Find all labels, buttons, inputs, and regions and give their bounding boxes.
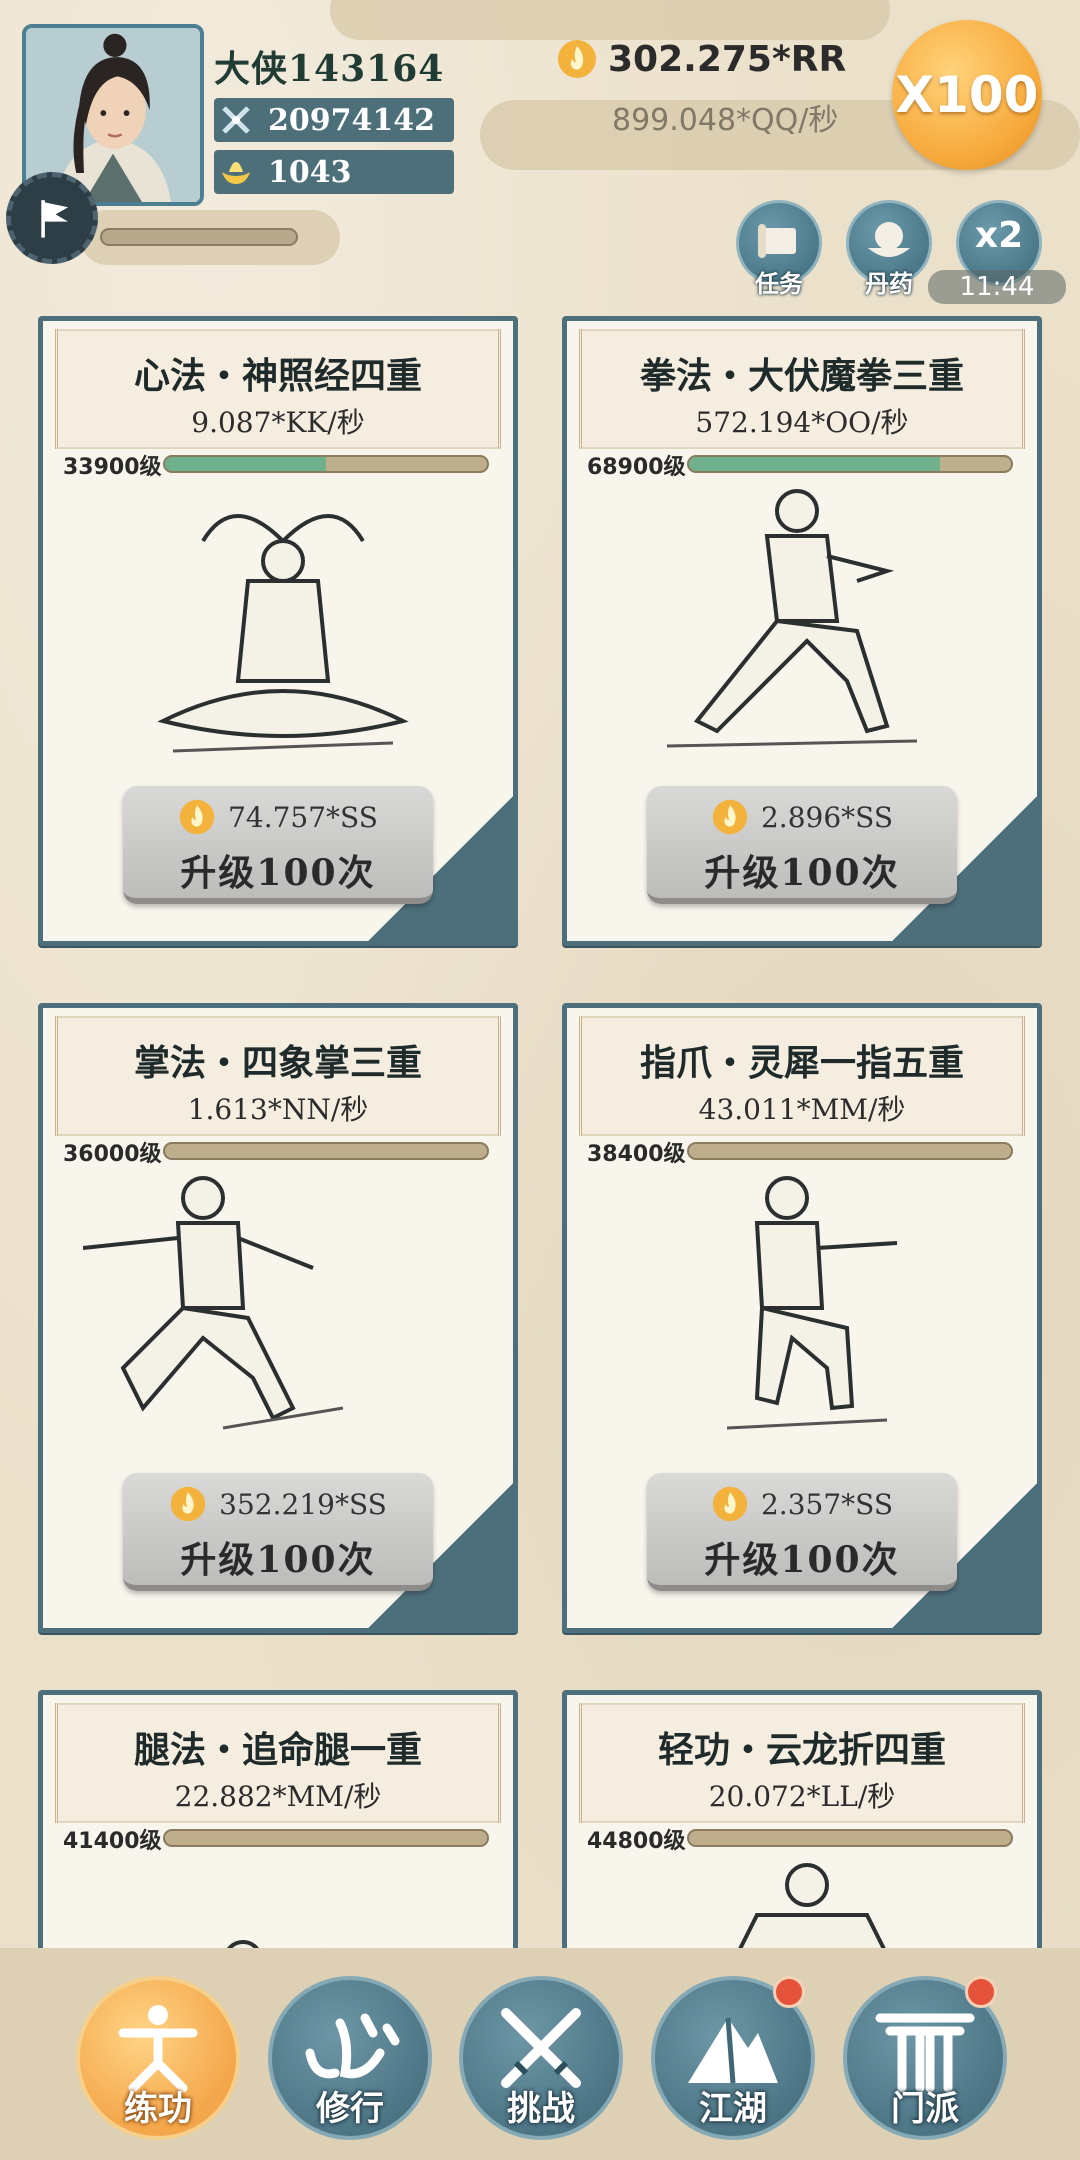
experience-bar — [100, 228, 298, 246]
skill-card: 拳法・大伏魔拳三重 572.194*OO/秒 68900级 2.896*SS 升… — [562, 316, 1042, 946]
notification-dot — [773, 1976, 805, 2008]
flame-coin-icon — [558, 40, 596, 78]
flame-coin-icon — [170, 1486, 206, 1522]
nav-practice-label: 练功 — [124, 2089, 192, 2129]
elixir-button[interactable]: 丹药 — [846, 200, 932, 298]
task-button[interactable]: 任务 — [736, 200, 822, 298]
nav-challenge-label: 挑战 — [507, 2089, 575, 2129]
upgrade-label: 升级100次 — [704, 1539, 900, 1581]
level-progress-bar — [163, 1142, 489, 1160]
nav-practice[interactable]: 练功 — [76, 1976, 240, 2140]
upgrade-button[interactable]: 2.896*SS 升级100次 — [647, 786, 957, 904]
level-progress-bar — [687, 455, 1013, 473]
level-progress-fill — [165, 457, 326, 471]
upgrade-cost-value: 74.757*SS — [228, 800, 378, 834]
upgrade-button[interactable]: 74.757*SS 升级100次 — [123, 786, 433, 904]
upgrade-label: 升级100次 — [704, 852, 900, 894]
upgrade-label: 升级100次 — [180, 852, 376, 894]
header: 大侠143164 20974142 1043 302.275*RR 899.04… — [0, 0, 1080, 305]
level-progress-bar — [687, 1829, 1013, 1847]
skill-title: 拳法・大伏魔拳三重 — [639, 355, 964, 397]
gold-value: 1043 — [268, 154, 352, 190]
notification-dot — [965, 1976, 997, 2008]
nav-sect-label: 门派 — [891, 2089, 959, 2129]
gold-ingot-icon — [214, 150, 258, 194]
skill-title: 轻功・云龙折四重 — [657, 1729, 946, 1771]
skill-level: 41400级 — [63, 1829, 162, 1854]
gold-stat: 1043 — [214, 150, 454, 194]
upgrade-cost: 74.757*SS — [123, 798, 433, 836]
flame-coin-icon — [712, 1486, 748, 1522]
currency-rate: 899.048*QQ/秒 — [612, 103, 839, 138]
speed-timer: 11:44 — [928, 270, 1066, 304]
flag-icon — [41, 200, 69, 238]
upgrade-button[interactable]: 2.357*SS 升级100次 — [647, 1473, 957, 1591]
skill-card: 指爪・灵犀一指五重 43.011*MM/秒 38400级 2.357*SS 升级… — [562, 1003, 1042, 1633]
fist-stance-figure-icon — [666, 489, 918, 748]
currency-amount: 302.275*RR — [608, 38, 847, 80]
level-progress-bar — [163, 1829, 489, 1847]
skill-card: 轻功・云龙折四重 20.072*LL/秒 44800级 — [562, 1690, 1042, 1990]
elixir-label: 丹药 — [865, 269, 913, 298]
nav-sect[interactable]: 门派 — [843, 1976, 1007, 2140]
flame-coin-icon — [179, 799, 215, 835]
meditating-figure-icon — [157, 514, 409, 753]
crossed-swords-icon — [214, 98, 258, 142]
skill-card: 掌法・四象掌三重 1.613*NN/秒 36000级 352.219*SS 升级… — [38, 1003, 518, 1633]
skill-header: 指爪・灵犀一指五重 43.011*MM/秒 — [579, 1016, 1025, 1136]
skill-level: 38400级 — [587, 1142, 686, 1167]
speed-label: x2 — [974, 214, 1024, 256]
nav-jianghu[interactable]: 江湖 — [651, 1976, 815, 2140]
currency-row: 302.275*RR — [556, 38, 846, 80]
upgrade-label: 升级100次 — [180, 1539, 376, 1581]
skill-card: 腿法・追命腿一重 22.882*MM/秒 41400级 — [38, 1690, 518, 1990]
upgrade-cost: 2.896*SS — [647, 798, 957, 836]
skill-level: 44800级 — [587, 1829, 686, 1854]
level-progress-bar — [163, 455, 489, 473]
skill-rate: 1.613*NN/秒 — [187, 1093, 369, 1126]
skill-rate: 572.194*OO/秒 — [695, 406, 909, 439]
skill-level: 36000级 — [63, 1142, 162, 1167]
skill-rate: 9.087*KK/秒 — [191, 406, 365, 439]
task-label: 任务 — [755, 269, 803, 298]
finger-strike-figure-icon — [726, 1176, 898, 1430]
power-value: 20974142 — [268, 102, 435, 138]
skill-title: 心法・神照经四重 — [133, 355, 422, 397]
sect-flag-badge[interactable] — [6, 172, 98, 264]
skill-level: 68900级 — [587, 455, 686, 480]
upgrade-cost: 352.219*SS — [123, 1485, 433, 1523]
cloud-decoration — [330, 0, 890, 40]
player-name: 大侠143164 — [214, 48, 445, 90]
nav-jianghu-label: 江湖 — [699, 2089, 767, 2129]
skill-rate: 43.011*MM/秒 — [698, 1093, 906, 1126]
nav-cultivate[interactable]: 修行 — [268, 1976, 432, 2140]
bottom-navigation: 练功 修行 挑战 江湖 门派 — [0, 1948, 1080, 2160]
nav-cultivate-label: 修行 — [316, 2089, 384, 2129]
upgrade-button[interactable]: 352.219*SS 升级100次 — [123, 1473, 433, 1591]
skill-rate: 20.072*LL/秒 — [708, 1780, 896, 1813]
skill-title: 指爪・灵犀一指五重 — [639, 1042, 964, 1084]
power-stat: 20974142 — [214, 98, 454, 142]
skill-title: 掌法・四象掌三重 — [133, 1042, 422, 1084]
upgrade-cost-value: 2.357*SS — [760, 1487, 894, 1521]
palm-strike-figure-icon — [83, 1176, 344, 1430]
skill-header: 心法・神照经四重 9.087*KK/秒 — [55, 329, 501, 449]
skill-header: 腿法・追命腿一重 22.882*MM/秒 — [55, 1703, 501, 1823]
skill-title: 腿法・追命腿一重 — [133, 1729, 422, 1771]
nav-challenge[interactable]: 挑战 — [459, 1976, 623, 2140]
upgrade-cost-value: 352.219*SS — [219, 1487, 387, 1521]
flame-coin-icon — [712, 799, 748, 835]
skill-header: 轻功・云龙折四重 20.072*LL/秒 — [579, 1703, 1025, 1823]
multiplier-button[interactable]: X100 — [892, 20, 1042, 170]
level-progress-fill — [689, 457, 941, 471]
skill-header: 掌法・四象掌三重 1.613*NN/秒 — [55, 1016, 501, 1136]
upgrade-cost-value: 2.896*SS — [760, 800, 894, 834]
skill-card: 心法・神照经四重 9.087*KK/秒 33900级 74.757*SS 升级1… — [38, 316, 518, 946]
upgrade-cost: 2.357*SS — [647, 1485, 957, 1523]
skill-header: 拳法・大伏魔拳三重 572.194*OO/秒 — [579, 329, 1025, 449]
skill-level: 33900级 — [63, 455, 162, 480]
skill-rate: 22.882*MM/秒 — [174, 1780, 382, 1813]
level-progress-bar — [687, 1142, 1013, 1160]
